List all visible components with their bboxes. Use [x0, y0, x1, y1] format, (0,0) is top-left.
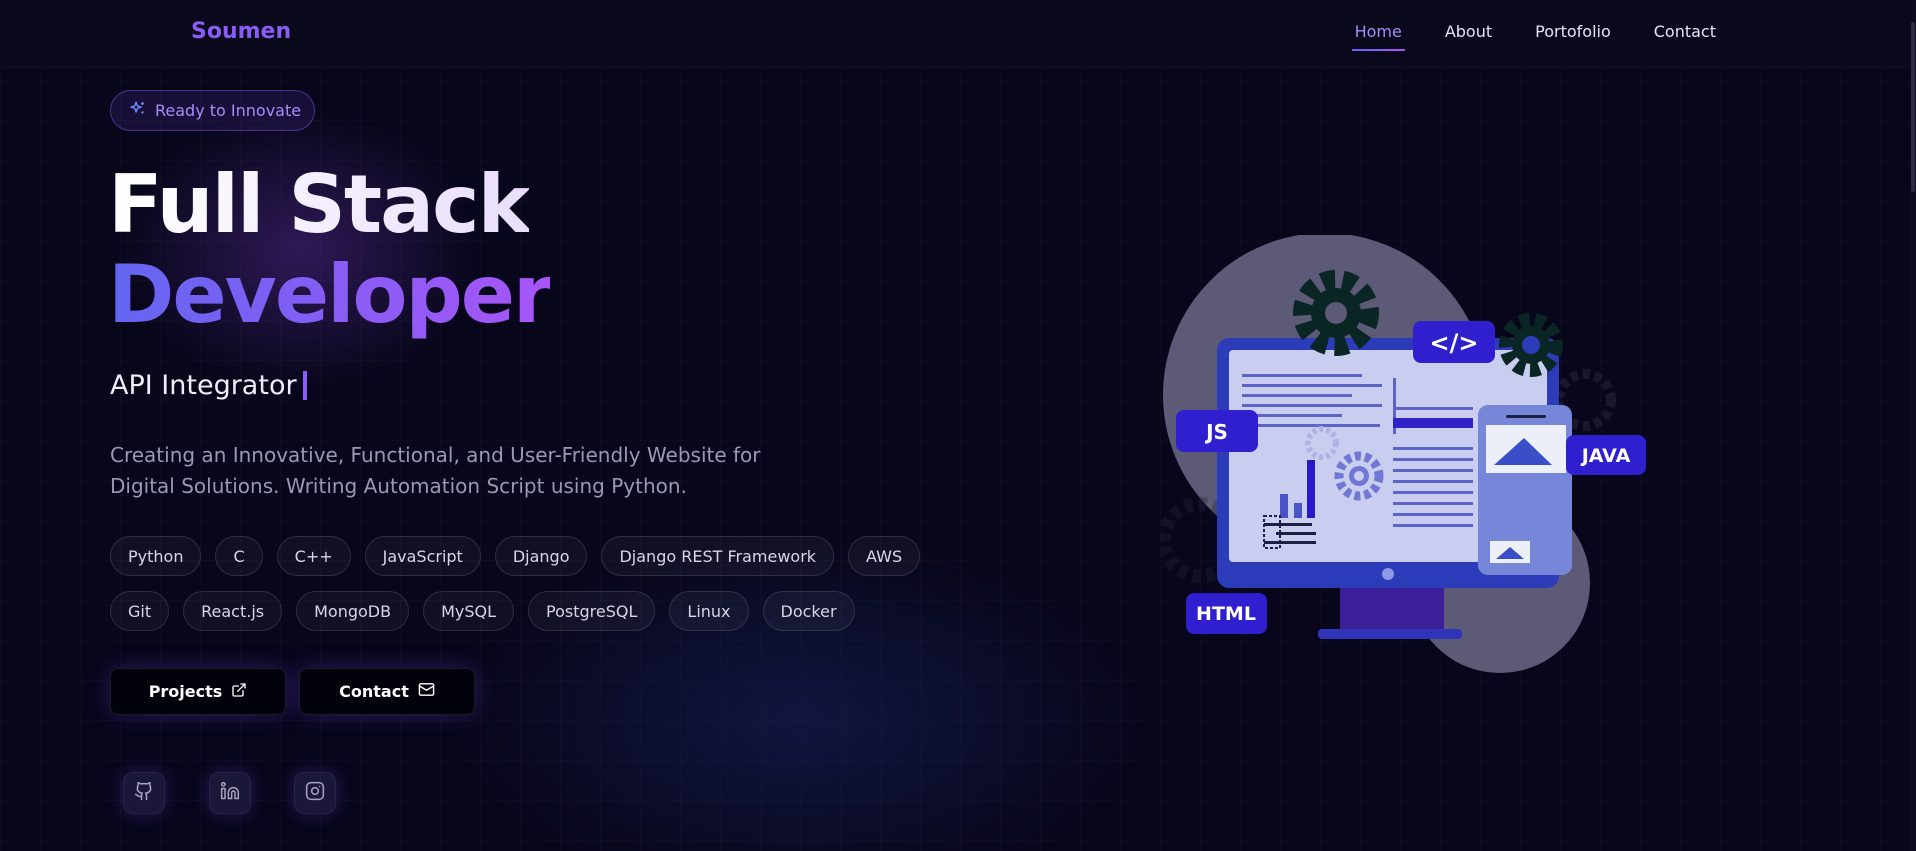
- contact-button[interactable]: Contact: [299, 668, 475, 715]
- scrollbar[interactable]: [1910, 0, 1916, 851]
- instagram-link[interactable]: [294, 772, 336, 814]
- scrollbar-thumb[interactable]: [1911, 22, 1915, 192]
- js-label: JS: [1204, 420, 1228, 444]
- developer-illustration: </> JS JAVA HTML: [1157, 233, 1660, 675]
- external-link-icon: [231, 682, 247, 702]
- skill-chip: React.js: [183, 591, 283, 631]
- phone: [1478, 405, 1572, 575]
- typing-cursor: [302, 371, 307, 400]
- monitor-stand: [1318, 585, 1462, 639]
- nav-links: Home About Portofolio Contact: [1351, 22, 1716, 51]
- skill-chip: Django: [494, 536, 588, 576]
- projects-button-label: Projects: [148, 682, 223, 701]
- code-tag-label: </>: [1430, 329, 1479, 357]
- linkedin-icon: [220, 781, 240, 805]
- js-badge: JS: [1176, 410, 1258, 452]
- hero-description: Creating an Innovative, Functional, and …: [110, 443, 761, 498]
- badge-label: Ready to Innovate: [155, 101, 302, 120]
- skill-chip: PostgreSQL: [528, 591, 656, 631]
- contact-button-label: Contact: [339, 682, 409, 701]
- skill-chip: C++: [276, 536, 351, 576]
- html-badge: HTML: [1186, 593, 1267, 634]
- skill-chip: Docker: [762, 591, 855, 631]
- github-icon: [134, 781, 154, 805]
- skill-chip: MongoDB: [296, 591, 410, 631]
- navbar: Soumen Home About Portofolio Contact: [0, 0, 1916, 68]
- nav-link-about[interactable]: About: [1445, 22, 1492, 51]
- java-badge: JAVA: [1566, 435, 1646, 475]
- linkedin-link[interactable]: [209, 772, 251, 814]
- github-link[interactable]: [123, 772, 165, 814]
- mail-icon: [418, 681, 435, 702]
- skill-chip: MySQL: [423, 591, 515, 631]
- skill-chip: AWS: [848, 536, 921, 576]
- ready-badge: Ready to Innovate: [110, 90, 315, 131]
- hero-title-line2: Developer: [108, 248, 552, 341]
- code-tag-badge: </>: [1413, 321, 1495, 363]
- projects-button[interactable]: Projects: [110, 668, 286, 715]
- skill-chip: Linux: [669, 591, 749, 631]
- skill-chip: JavaScript: [364, 536, 481, 576]
- brand-logo[interactable]: Soumen: [191, 19, 291, 44]
- html-label: HTML: [1196, 603, 1256, 625]
- sparkles-icon: [129, 100, 146, 121]
- instagram-icon: [305, 781, 325, 805]
- skill-chip: Django REST Framework: [601, 536, 835, 576]
- java-label: JAVA: [1580, 445, 1631, 467]
- skills-list: Python C C++ JavaScript Django Django RE…: [110, 536, 930, 631]
- hero-title-line1: Full Stack: [108, 158, 531, 251]
- nav-link-portofolio[interactable]: Portofolio: [1535, 22, 1611, 51]
- typing-role: API Integrator: [110, 370, 307, 401]
- skill-chip: Python: [110, 536, 202, 576]
- role-text: API Integrator: [110, 370, 297, 401]
- nav-link-contact[interactable]: Contact: [1654, 22, 1716, 51]
- skill-chip: C: [215, 536, 263, 576]
- nav-link-home[interactable]: Home: [1351, 22, 1406, 51]
- skill-chip: Git: [110, 591, 170, 631]
